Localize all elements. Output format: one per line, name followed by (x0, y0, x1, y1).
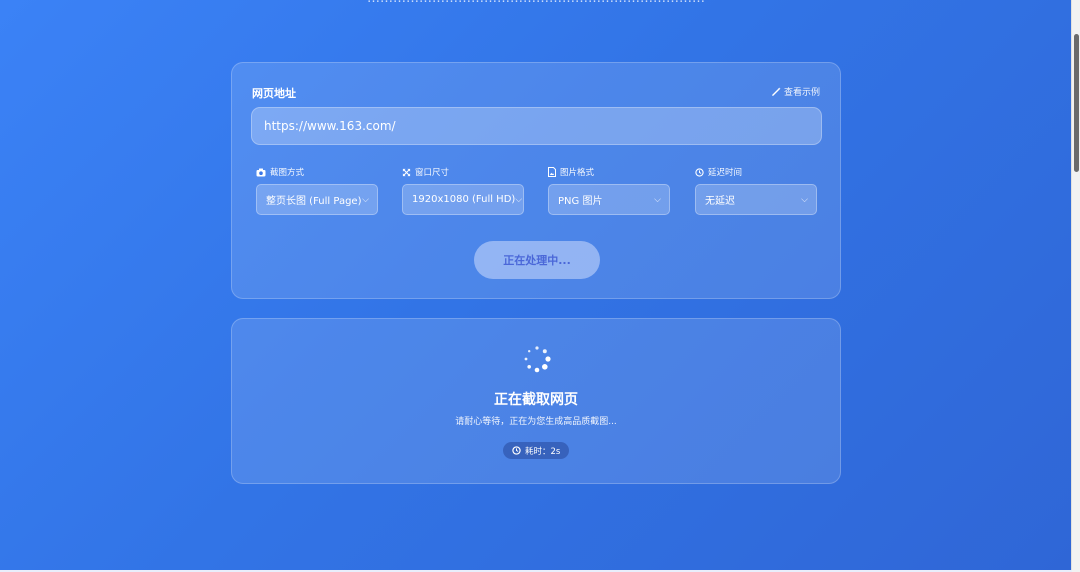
window-size-value: 1920x1080 (Full HD) (412, 194, 516, 205)
page-subtitle-clipped: …………………………………………………………………… (0, 0, 1072, 6)
chevron-down-icon: ⌵ (654, 194, 661, 205)
capture-mode-value: 整页长图 (Full Page) (266, 196, 362, 207)
status-subtitle: 请耐心等待，正在为您生成高品质截图... (455, 417, 617, 427)
expand-icon (402, 168, 411, 177)
image-format-select[interactable]: PNG 图片 ⌵ (548, 184, 670, 215)
screenshot-form-card: 网页地址 查看示例 截图方式 整页长图 (Full Page) ⌵ 窗口尺寸 1… (231, 62, 841, 299)
delay-time-group: 延迟时间 无延迟 ⌵ (695, 166, 817, 215)
view-example-label: 查看示例 (783, 88, 820, 98)
camera-icon (256, 168, 266, 177)
magic-wand-icon (772, 87, 781, 96)
elapsed-time-text: 耗时：2s (525, 446, 561, 457)
chevron-down-icon: ⌵ (801, 194, 808, 205)
image-format-group: 图片格式 PNG 图片 ⌵ (548, 166, 670, 215)
submit-button[interactable]: 正在处理中... (474, 241, 600, 279)
capture-mode-select[interactable]: 整页长图 (Full Page) ⌵ (256, 184, 378, 215)
scrollbar-thumb[interactable] (1074, 34, 1079, 172)
image-file-icon (548, 167, 556, 177)
chevron-down-icon: ⌵ (515, 194, 523, 205)
delay-time-value: 无延迟 (705, 196, 735, 207)
capture-status-card: 正在截取网页 请耐心等待，正在为您生成高品质截图... 耗时：2s (231, 318, 841, 484)
clock-icon (695, 167, 704, 177)
chevron-down-icon: ⌵ (362, 194, 369, 205)
page-scrollbar[interactable] (1071, 0, 1080, 572)
image-format-label: 图片格式 (560, 168, 595, 178)
status-title: 正在截取网页 (494, 392, 578, 408)
window-size-select[interactable]: 1920x1080 (Full HD) ⌵ (402, 184, 524, 215)
image-format-value: PNG 图片 (558, 196, 603, 207)
clock-icon (512, 446, 521, 455)
window-size-group: 窗口尺寸 1920x1080 (Full HD) ⌵ (402, 166, 524, 215)
url-input[interactable] (251, 107, 822, 145)
window-size-label: 窗口尺寸 (415, 168, 450, 178)
delay-time-select[interactable]: 无延迟 ⌵ (695, 184, 817, 215)
url-label: 网页地址 (252, 87, 296, 100)
loading-spinner-icon (524, 346, 551, 373)
capture-mode-group: 截图方式 整页长图 (Full Page) ⌵ (256, 166, 378, 215)
capture-mode-label: 截图方式 (270, 168, 305, 178)
view-example-link[interactable]: 查看示例 (772, 85, 820, 98)
elapsed-time-badge: 耗时：2s (503, 442, 570, 459)
delay-time-label: 延迟时间 (708, 168, 743, 178)
